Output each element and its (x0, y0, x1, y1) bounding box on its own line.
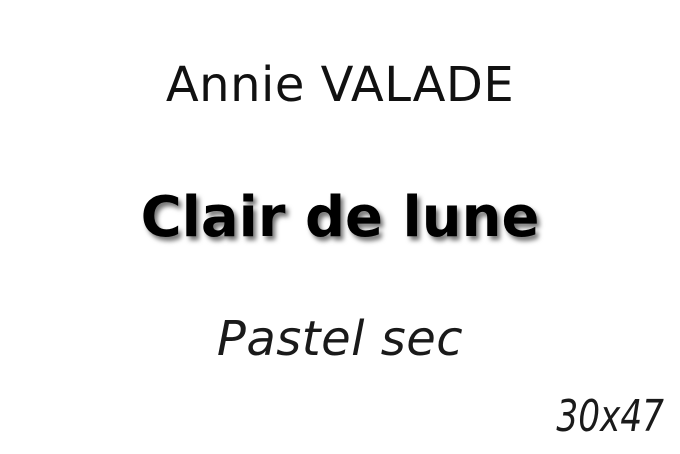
artwork-dimensions: 30x47 (556, 391, 664, 442)
artwork-medium: Pastel sec (216, 311, 464, 367)
artist-name: Annie VALADE (165, 57, 515, 113)
artwork-label: Annie VALADE Clair de lune Pastel sec 30… (0, 0, 680, 454)
artwork-title: Clair de lune (140, 185, 540, 250)
